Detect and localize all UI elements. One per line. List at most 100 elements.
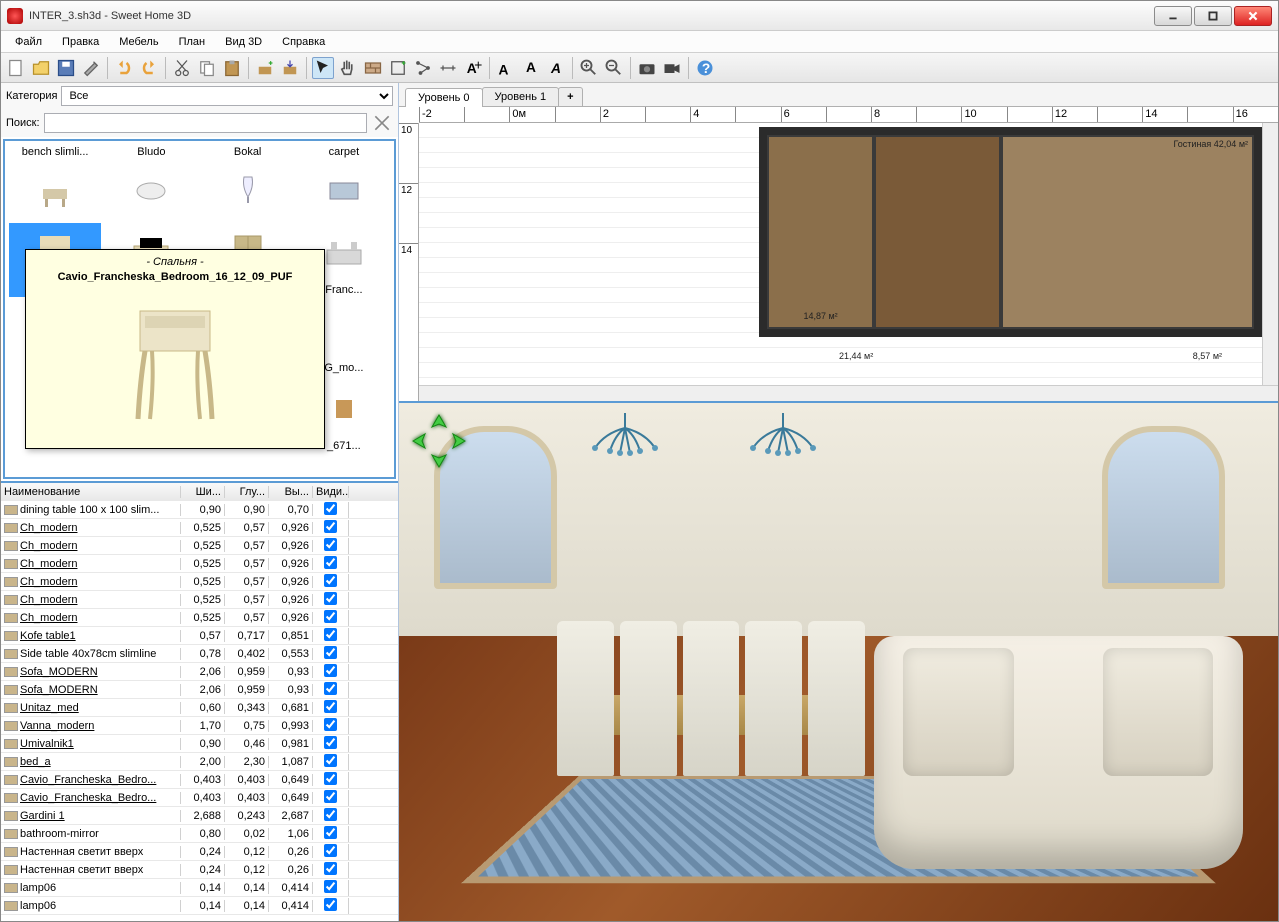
table-row[interactable]: bathroom-mirror0,800,021,06	[1, 825, 398, 843]
visible-checkbox[interactable]	[324, 682, 337, 695]
nav-left-icon[interactable]	[411, 432, 429, 450]
col-visible[interactable]: Види...	[313, 486, 349, 498]
nav-down-icon[interactable]	[430, 451, 448, 469]
select-icon[interactable]	[312, 57, 334, 79]
visible-checkbox[interactable]	[324, 862, 337, 875]
create-dims-icon[interactable]	[437, 57, 459, 79]
visible-checkbox[interactable]	[324, 628, 337, 641]
menu-3dview[interactable]: Вид 3D	[215, 34, 272, 50]
table-row[interactable]: Ch_modern0,5250,570,926	[1, 573, 398, 591]
table-row[interactable]: Cavio_Francheska_Bedro...0,4030,4030,649	[1, 771, 398, 789]
minimize-button[interactable]	[1154, 6, 1192, 26]
visible-checkbox[interactable]	[324, 898, 337, 911]
prefs-icon[interactable]	[80, 57, 102, 79]
plan-view[interactable]: -20м246810121416 101214 14,87 м² Гостина…	[399, 107, 1278, 403]
table-row[interactable]: Vanna_modern1,700,750,993	[1, 717, 398, 735]
plan-canvas[interactable]: 14,87 м² Гостиная 42,04 м² 21,44 м² 8,57…	[419, 123, 1262, 385]
visible-checkbox[interactable]	[324, 664, 337, 677]
table-row[interactable]: lamp060,140,140,414	[1, 897, 398, 915]
tab-level-0[interactable]: Уровень 0	[405, 88, 483, 107]
create-text-icon[interactable]: A+	[462, 57, 484, 79]
visible-checkbox[interactable]	[324, 754, 337, 767]
maximize-button[interactable]	[1194, 6, 1232, 26]
visible-checkbox[interactable]	[324, 556, 337, 569]
visible-checkbox[interactable]	[324, 736, 337, 749]
col-name[interactable]: Наименование	[1, 486, 181, 498]
table-row[interactable]: Kofe table10,570,7170,851	[1, 627, 398, 645]
visible-checkbox[interactable]	[324, 538, 337, 551]
menu-edit[interactable]: Правка	[52, 34, 109, 50]
table-row[interactable]: Ch_modern0,5250,570,926	[1, 609, 398, 627]
menu-help[interactable]: Справка	[272, 34, 335, 50]
tab-add[interactable]: +	[558, 87, 582, 106]
visible-checkbox[interactable]	[324, 790, 337, 803]
catalog-item[interactable]: bench slimli...	[9, 145, 101, 219]
paste-icon[interactable]	[221, 57, 243, 79]
table-row[interactable]: Gardini 12,6880,2432,687	[1, 807, 398, 825]
close-button[interactable]	[1234, 6, 1272, 26]
table-row[interactable]: Ch_modern0,5250,570,926	[1, 519, 398, 537]
scrollbar-horizontal[interactable]	[419, 385, 1278, 401]
menu-furniture[interactable]: Мебель	[109, 34, 168, 50]
table-row[interactable]: Настенная светит вверх0,240,120,26	[1, 861, 398, 879]
visible-checkbox[interactable]	[324, 592, 337, 605]
visible-checkbox[interactable]	[324, 880, 337, 893]
table-row[interactable]: Unitaz_med0,600,3430,681	[1, 699, 398, 717]
scrollbar-vertical[interactable]	[1262, 123, 1278, 385]
table-row[interactable]: Side table 40x78cm slimline0,780,4020,55…	[1, 645, 398, 663]
category-select[interactable]: Все	[61, 86, 393, 106]
catalog-item[interactable]: Bokal	[202, 145, 294, 219]
add-furniture-icon[interactable]	[254, 57, 276, 79]
table-row[interactable]: Cavio_Francheska_Bedro...0,4030,4030,649	[1, 789, 398, 807]
table-row[interactable]: Ch_modern0,5250,570,926	[1, 555, 398, 573]
tab-level-1[interactable]: Уровень 1	[482, 87, 560, 106]
create-rooms-icon[interactable]	[387, 57, 409, 79]
table-row[interactable]: Umivalnik10,900,460,981	[1, 735, 398, 753]
zoom-out-icon[interactable]	[603, 57, 625, 79]
create-polyline-icon[interactable]	[412, 57, 434, 79]
col-width[interactable]: Ши...	[181, 486, 225, 498]
search-clear-icon[interactable]	[371, 112, 393, 134]
visible-checkbox[interactable]	[324, 520, 337, 533]
import-icon[interactable]	[279, 57, 301, 79]
visible-checkbox[interactable]	[324, 502, 337, 515]
table-row[interactable]: Sofa_MODERN2,060,9590,93	[1, 663, 398, 681]
open-icon[interactable]	[30, 57, 52, 79]
furniture-catalog[interactable]: bench slimli... Bludo Bokal carpet Ca Fr…	[3, 139, 396, 479]
menu-plan[interactable]: План	[169, 34, 216, 50]
pan-icon[interactable]	[337, 57, 359, 79]
col-height[interactable]: Вы...	[269, 486, 313, 498]
table-row[interactable]: lamp060,140,140,414	[1, 879, 398, 897]
visible-checkbox[interactable]	[324, 844, 337, 857]
text-small-icon[interactable]: A	[520, 57, 542, 79]
table-row[interactable]: Ch_modern0,5250,570,926	[1, 537, 398, 555]
zoom-in-icon[interactable]	[578, 57, 600, 79]
new-icon[interactable]	[5, 57, 27, 79]
visible-checkbox[interactable]	[324, 646, 337, 659]
nav-right-icon[interactable]	[449, 432, 467, 450]
text-big-icon[interactable]: A	[495, 57, 517, 79]
catalog-item[interactable]: Bludo	[105, 145, 197, 219]
visible-checkbox[interactable]	[324, 574, 337, 587]
redo-icon[interactable]	[138, 57, 160, 79]
table-row[interactable]: dining table 100 x 100 slim...0,900,900,…	[1, 501, 398, 519]
visible-checkbox[interactable]	[324, 610, 337, 623]
view-3d[interactable]	[399, 403, 1278, 921]
table-row[interactable]: bed_a2,002,301,087	[1, 753, 398, 771]
visible-checkbox[interactable]	[324, 772, 337, 785]
search-input[interactable]	[44, 113, 367, 133]
copy-icon[interactable]	[196, 57, 218, 79]
undo-icon[interactable]	[113, 57, 135, 79]
catalog-item[interactable]: carpet	[298, 145, 390, 219]
help-icon[interactable]: ?	[694, 57, 716, 79]
photo-icon[interactable]	[636, 57, 658, 79]
table-row[interactable]: Sofa_MODERN2,060,9590,93	[1, 681, 398, 699]
col-depth[interactable]: Глу...	[225, 486, 269, 498]
visible-checkbox[interactable]	[324, 808, 337, 821]
video-icon[interactable]	[661, 57, 683, 79]
menu-file[interactable]: Файл	[5, 34, 52, 50]
text-italic-icon[interactable]: A	[545, 57, 567, 79]
save-icon[interactable]	[55, 57, 77, 79]
visible-checkbox[interactable]	[324, 826, 337, 839]
nav-up-icon[interactable]	[430, 413, 448, 431]
